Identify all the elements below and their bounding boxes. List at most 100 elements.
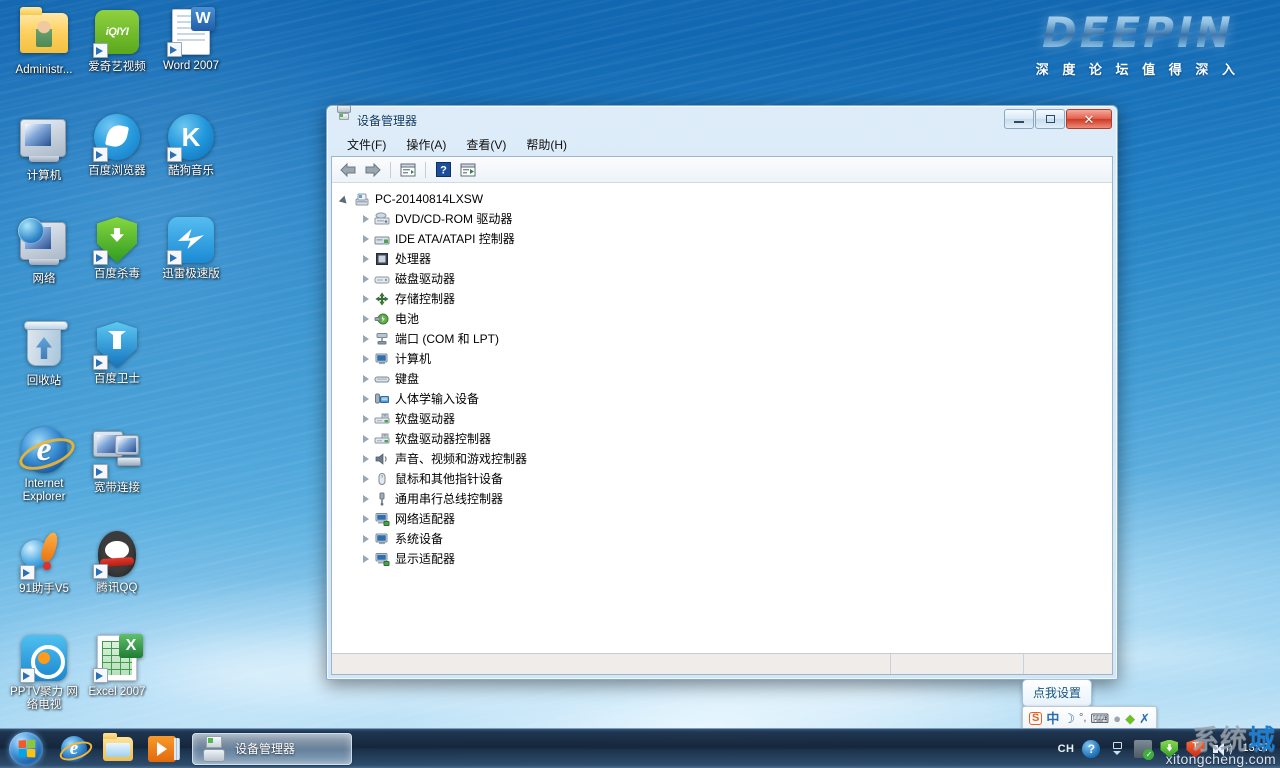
- expander-triangle-icon[interactable]: [360, 513, 372, 525]
- forward-icon[interactable]: [362, 159, 384, 181]
- desktop-icon-assistant91[interactable]: 91助手V5: [5, 530, 83, 596]
- tree-node-sound-video-game[interactable]: 声音、视频和游戏控制器: [338, 449, 1112, 469]
- action-center-help-icon[interactable]: [1082, 739, 1101, 758]
- tree-node-floppy-controller[interactable]: 软盘驱动器控制器: [338, 429, 1112, 449]
- expander-triangle-icon[interactable]: [360, 453, 372, 465]
- expander-triangle-icon[interactable]: [360, 253, 372, 265]
- expander-triangle-icon[interactable]: [360, 273, 372, 285]
- punctuation-icon[interactable]: °,: [1079, 712, 1086, 724]
- quicklaunch-windows-explorer[interactable]: [98, 731, 138, 767]
- tree-node-ide-controller[interactable]: IDE ATA/ATAPI 控制器: [338, 229, 1112, 249]
- tree-node-disk-drive[interactable]: 磁盘驱动器: [338, 269, 1112, 289]
- expander-triangle-icon[interactable]: [360, 413, 372, 425]
- tree-node-dvd-drive[interactable]: DVD/CD-ROM 驱动器: [338, 209, 1112, 229]
- expander-triangle-icon[interactable]: [360, 373, 372, 385]
- tree-node-display-adapter[interactable]: 显示适配器: [338, 549, 1112, 569]
- tree-node-system-device[interactable]: 系统设备: [338, 529, 1112, 549]
- settings-wrench-icon[interactable]: ✗: [1139, 712, 1150, 725]
- system-tray[interactable]: CH 13:07: [1058, 729, 1280, 768]
- expander-triangle-icon[interactable]: [360, 353, 372, 365]
- tree-node-computer[interactable]: 计算机: [338, 349, 1112, 369]
- expander-triangle-icon[interactable]: [360, 493, 372, 505]
- tree-node-battery[interactable]: 电池: [338, 309, 1112, 329]
- expander-triangle-icon[interactable]: [360, 433, 372, 445]
- tree-node-network-adapter[interactable]: 网络适配器: [338, 509, 1112, 529]
- show-hidden-icons-icon[interactable]: [1108, 740, 1126, 758]
- moon-icon[interactable]: ☽: [1063, 712, 1075, 725]
- sogou-ime-toolbar[interactable]: S 中 ☽ °, ⌨ ● ◆ ✗: [1022, 706, 1158, 730]
- tree-node-hid[interactable]: 人体学输入设备: [338, 389, 1112, 409]
- desktop-icon-tencent-qq[interactable]: 腾讯QQ: [78, 530, 156, 595]
- expander-triangle-icon[interactable]: [360, 213, 372, 225]
- expander-triangle-icon[interactable]: [360, 393, 372, 405]
- toolbox-icon[interactable]: ◆: [1125, 712, 1135, 725]
- tree-node-floppy-drive[interactable]: 软盘驱动器: [338, 409, 1112, 429]
- desktop-icon-baidu-guard[interactable]: 百度卫士: [78, 321, 156, 386]
- desktop-icon-excel2007[interactable]: Excel 2007: [78, 634, 156, 699]
- user-icon[interactable]: ●: [1113, 712, 1121, 725]
- menu-item-view[interactable]: 查看(V): [457, 134, 515, 155]
- desktop-icon-baidu-browser[interactable]: 百度浏览器: [78, 113, 156, 178]
- expander-triangle-icon[interactable]: [340, 193, 352, 205]
- taskbar-item-device-manager[interactable]: 设备管理器: [192, 732, 352, 765]
- minimize-button[interactable]: [1004, 109, 1034, 129]
- click-me-settings-button[interactable]: 点我设置: [1022, 679, 1093, 707]
- toolbar[interactable]: ?: [332, 157, 1112, 183]
- menu-item-action[interactable]: 操作(A): [397, 134, 455, 155]
- thunder-tray-icon[interactable]: [1186, 739, 1205, 758]
- scan-hardware-icon[interactable]: [457, 159, 479, 181]
- close-button[interactable]: ✕: [1066, 109, 1112, 129]
- desktop-icon-network[interactable]: 网络: [5, 216, 83, 286]
- sogou-logo-icon[interactable]: S: [1029, 711, 1043, 725]
- baidu-guard-tray-icon[interactable]: [1160, 739, 1179, 758]
- tree-node-storage-controller[interactable]: 存储控制器: [338, 289, 1112, 309]
- tree-node-ports[interactable]: 端口 (COM 和 LPT): [338, 329, 1112, 349]
- expander-triangle-icon[interactable]: [360, 553, 372, 565]
- taskbar[interactable]: 设备管理器 CH 13:07: [0, 728, 1280, 768]
- desktop-icon-administrator[interactable]: Administr...: [5, 7, 83, 77]
- maximize-button[interactable]: [1035, 109, 1065, 129]
- taskbar-clock[interactable]: 13:07: [1238, 742, 1274, 755]
- desktop-icon-kugou[interactable]: 酷狗音乐: [152, 113, 230, 178]
- expander-triangle-icon[interactable]: [360, 233, 372, 245]
- antivirus-tray-icon[interactable]: [1134, 739, 1155, 760]
- expander-triangle-icon[interactable]: [360, 473, 372, 485]
- desktop-icon-recycle-bin[interactable]: 回收站: [5, 321, 83, 388]
- desktop-icon-computer[interactable]: 计算机: [5, 113, 83, 183]
- desktop-icon-word2007[interactable]: Word 2007: [152, 7, 230, 73]
- quicklaunch-internet-explorer[interactable]: [54, 731, 94, 767]
- volume-icon[interactable]: [1212, 740, 1233, 758]
- desktop-icon-thunder[interactable]: 迅雷极速版: [152, 216, 230, 281]
- tree-node-mouse[interactable]: 鼠标和其他指针设备: [338, 469, 1112, 489]
- properties-icon[interactable]: [397, 159, 419, 181]
- help-icon[interactable]: ?: [432, 159, 454, 181]
- desktop-icon-pptv[interactable]: PPTV聚力 网络电视: [5, 634, 83, 712]
- device-manager-window[interactable]: 设备管理器 ✕ 文件(F) 操作(A) 查看(V) 帮助(H) ? PC-201…: [326, 104, 1118, 680]
- word-icon: [167, 7, 215, 57]
- window-title-bar[interactable]: 设备管理器 ✕: [328, 104, 1116, 134]
- menu-bar[interactable]: 文件(F) 操作(A) 查看(V) 帮助(H): [328, 134, 1116, 155]
- desktop-icon-label: 宽带连接: [94, 482, 140, 494]
- tree-node-root[interactable]: PC-20140814LXSW: [338, 189, 1112, 209]
- soft-keyboard-icon[interactable]: ⌨: [1090, 712, 1109, 725]
- language-indicator[interactable]: CH: [1058, 743, 1075, 755]
- chinese-mode-icon[interactable]: 中: [1046, 712, 1059, 725]
- desktop-icon-internet-explorer[interactable]: Internet Explorer: [5, 426, 83, 504]
- desktop-icon-iqiyi[interactable]: 爱奇艺视频: [78, 8, 156, 74]
- tree-node-keyboard[interactable]: 键盘: [338, 369, 1112, 389]
- expander-triangle-icon[interactable]: [360, 533, 372, 545]
- expander-triangle-icon[interactable]: [360, 293, 372, 305]
- desktop-icon-baidu-antivirus[interactable]: 百度杀毒: [78, 216, 156, 281]
- tree-node-label: 软盘驱动器控制器: [395, 432, 492, 446]
- start-button[interactable]: [2, 730, 50, 768]
- menu-item-file[interactable]: 文件(F): [338, 134, 395, 155]
- device-tree[interactable]: PC-20140814LXSW DVD/CD-ROM 驱动器 IDE ATA/A…: [332, 183, 1112, 653]
- quicklaunch-media-player[interactable]: [142, 731, 182, 767]
- menu-item-help[interactable]: 帮助(H): [517, 134, 576, 155]
- desktop-icon-broadband[interactable]: 宽带连接: [78, 426, 156, 495]
- expander-triangle-icon[interactable]: [360, 333, 372, 345]
- tree-node-processor[interactable]: 处理器: [338, 249, 1112, 269]
- back-icon[interactable]: [337, 159, 359, 181]
- tree-node-usb-controller[interactable]: 通用串行总线控制器: [338, 489, 1112, 509]
- expander-triangle-icon[interactable]: [360, 313, 372, 325]
